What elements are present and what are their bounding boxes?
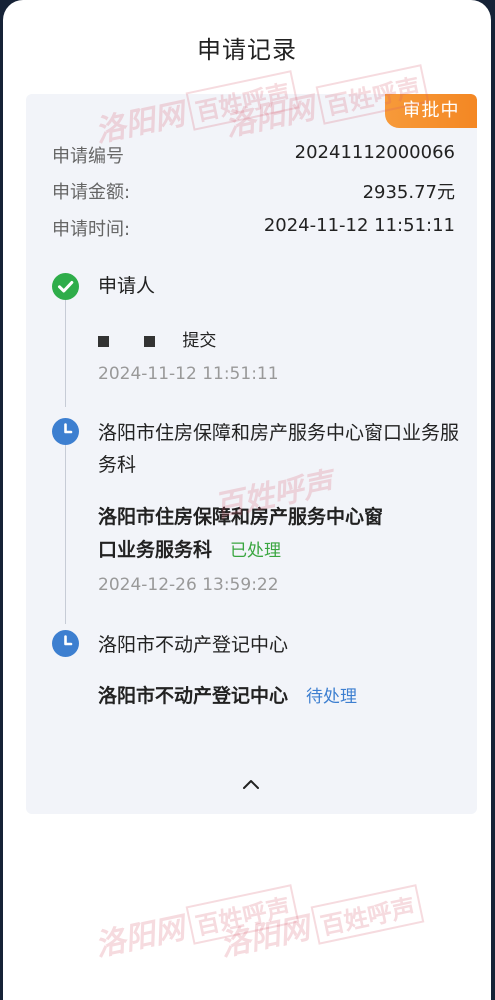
step-time: 2024-11-12 11:51:11: [98, 364, 279, 384]
timeline-connector: [65, 300, 66, 407]
handler-name-line: 洛阳市住房保障和房产服务中心窗: [98, 506, 384, 528]
step-title: 洛阳市不动产登记中心: [98, 634, 289, 656]
redacted-block: [121, 335, 132, 347]
info-label: 申请编号: [52, 146, 124, 167]
page-title: 申请记录: [197, 36, 297, 64]
handler-name-end: 口业务服务科: [98, 539, 213, 561]
status-badge: 审批中: [385, 94, 477, 128]
status-pending: 待处理: [306, 687, 358, 707]
redacted-block: [98, 335, 109, 347]
step-handler: 洛阳市不动产登记中心 待处理: [98, 680, 459, 714]
info-label: 申请金额:: [52, 182, 131, 203]
redacted-block: [144, 335, 155, 347]
info-value: 2024-11-12 11:51:11: [263, 215, 455, 236]
info-row-amount: 申请金额: 2935.77元: [52, 178, 455, 204]
info-row-time: 申请时间: 2024-11-12 11:51:11: [52, 215, 455, 241]
clock-icon: [52, 418, 79, 445]
record-sheet: 申请记录 审批中 申请编号 20241112000066 申请金额: 2935.…: [3, 0, 491, 1000]
handler-name-line2: 口业务服务科 已处理: [98, 534, 459, 568]
watermark-logo: 洛阳网 百姓呼声: [91, 879, 300, 964]
step-time: 2024-12-26 13:59:22: [98, 575, 279, 595]
info-value: 2935.77元: [362, 182, 455, 203]
collapse-chevron-up-icon[interactable]: [236, 774, 266, 794]
check-circle-icon: [52, 273, 79, 300]
status-done: 已处理: [230, 541, 282, 561]
info-row-application-no: 申请编号 20241112000066: [52, 142, 455, 168]
submitter-row: 提交: [98, 326, 216, 351]
handler-name: 洛阳市不动产登记中心: [98, 685, 289, 707]
info-value: 20241112000066: [294, 142, 455, 163]
timeline-connector: [65, 444, 66, 624]
step-handler: 洛阳市住房保障和房产服务中心窗 口业务服务科 已处理: [98, 501, 459, 568]
record-card: 审批中 申请编号 20241112000066 申请金额: 2935.77元 申…: [26, 94, 477, 814]
step-title: 洛阳市住房保障和房产服务中心窗口业务服务科: [98, 422, 460, 476]
step-title: 申请人: [98, 275, 156, 297]
clock-icon: [52, 630, 79, 657]
submit-action: 提交: [182, 331, 217, 351]
info-label: 申请时间:: [52, 219, 131, 240]
watermark-logo: 洛阳网 百姓呼声: [216, 879, 425, 964]
